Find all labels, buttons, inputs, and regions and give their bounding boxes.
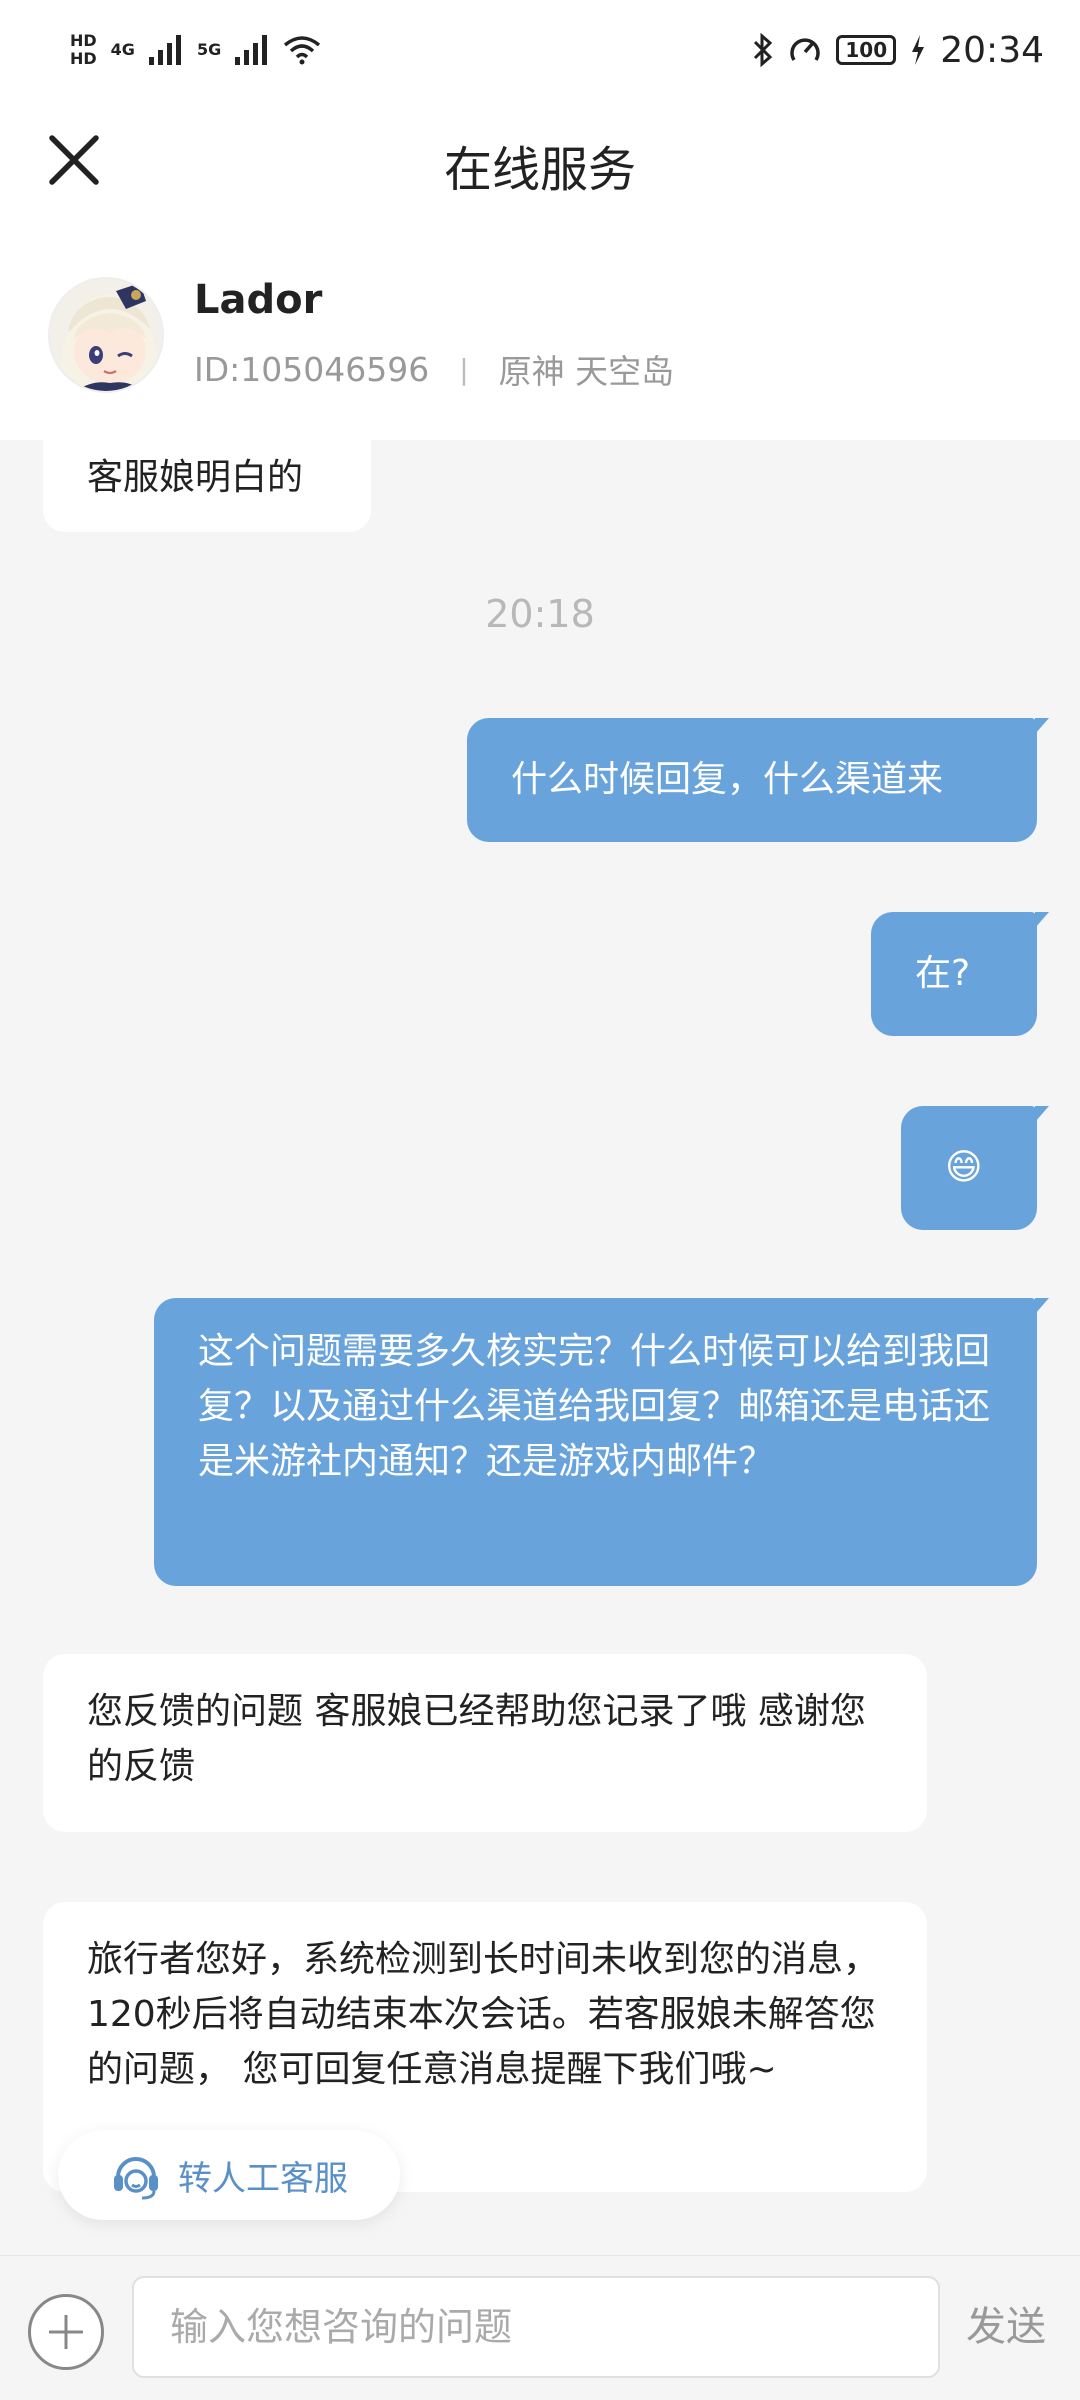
message-outgoing: 😄 bbox=[901, 1106, 1049, 1230]
send-button[interactable]: 发送 bbox=[966, 2292, 1046, 2362]
message-text: 旅行者您好，系统检测到长时间未收到您的消息，120秒后将自动结束本次会话。若客服… bbox=[87, 1939, 880, 2090]
network-4g-label: 4G bbox=[110, 40, 135, 59]
message-text: 什么时候回复，什么渠道来 bbox=[511, 759, 944, 800]
network-5g-label: 5G bbox=[196, 40, 222, 59]
hd-bottom-label: HD bbox=[70, 49, 97, 68]
message-outgoing: 这个问题需要多久核实完？什么时候可以给到我回复？以及通过什么渠道给我回复？邮箱还… bbox=[154, 1298, 1049, 1586]
message-text: 客服娘明白的 bbox=[87, 457, 304, 498]
message-text: 😄 bbox=[945, 1147, 983, 1188]
message-text: 这个问题需要多久核实完？什么时候可以给到我回复？以及通过什么渠道给我回复？邮箱还… bbox=[198, 1331, 991, 1482]
message-text: 您反馈的问题 客服娘已经帮助您记录了哦 感谢您的反馈 bbox=[87, 1691, 866, 1787]
message-outgoing: 什么时候回复，什么渠道来 bbox=[467, 718, 1049, 842]
status-bar-right: 100 20:34 bbox=[752, 30, 1044, 71]
title-bar: 在线服务 bbox=[0, 100, 1080, 230]
message-incoming: 您反馈的问题 客服娘已经帮助您记录了哦 感谢您的反馈 bbox=[43, 1654, 927, 1832]
chat-area[interactable]: 客服娘明白的 20:18 什么时候回复，什么渠道来 在? 😄 这个问题需要多久核… bbox=[0, 440, 1080, 2255]
status-time: 20:34 bbox=[940, 29, 1044, 71]
user-profile-header: Lador ID:105046596 | 原神 天空岛 bbox=[0, 230, 1080, 440]
status-bar-left: HD HD 4G 5G bbox=[70, 33, 321, 67]
message-text: 在? bbox=[915, 953, 971, 994]
human-service-label: 转人工客服 bbox=[178, 2158, 348, 2199]
bluetooth-icon bbox=[754, 33, 773, 67]
avatar-image bbox=[50, 279, 162, 391]
charging-icon bbox=[912, 35, 925, 65]
input-bar: 发送 bbox=[0, 2255, 1080, 2400]
profile-name: Lador bbox=[194, 277, 323, 323]
signal-icon-2 bbox=[235, 35, 268, 65]
message-input[interactable] bbox=[132, 2276, 940, 2378]
profile-meta: ID:105046596 | 原神 天空岛 bbox=[194, 345, 674, 393]
status-bar: HD HD 4G 5G 100 20:34 bbox=[0, 0, 1080, 100]
hd-indicator: HD HD bbox=[70, 33, 97, 67]
plus-icon[interactable] bbox=[28, 2294, 104, 2370]
avatar[interactable] bbox=[48, 277, 164, 393]
profile-info: Lador ID:105046596 | 原神 天空岛 bbox=[194, 277, 674, 393]
message-timestamp: 20:18 bbox=[485, 592, 595, 636]
page-title: 在线服务 bbox=[443, 142, 636, 198]
battery-level: 100 bbox=[845, 38, 888, 62]
close-icon[interactable] bbox=[44, 130, 104, 190]
signal-icon bbox=[148, 35, 181, 65]
human-service-button[interactable]: 转人工客服 bbox=[58, 2130, 400, 2220]
profile-server: 原神 天空岛 bbox=[498, 352, 675, 391]
wifi-icon bbox=[284, 36, 321, 65]
headset-icon bbox=[114, 2157, 158, 2200]
battery-icon: 100 bbox=[836, 35, 897, 65]
meta-divider: | bbox=[459, 352, 469, 386]
speedometer-icon bbox=[790, 38, 820, 61]
message-incoming: 客服娘明白的 bbox=[43, 440, 371, 532]
message-outgoing: 在? bbox=[871, 912, 1049, 1036]
profile-id: ID:105046596 bbox=[194, 349, 430, 389]
hd-top-label: HD bbox=[70, 31, 97, 50]
